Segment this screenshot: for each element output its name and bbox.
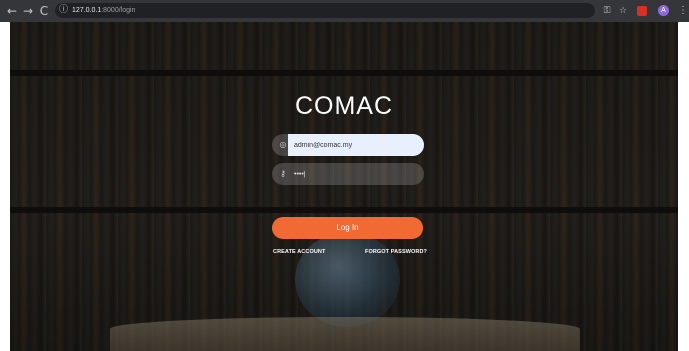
reload-icon[interactable]: C [37,3,51,19]
forgot-password-link[interactable]: FORGOT PASSWORD? [365,249,427,255]
forward-arrow-icon[interactable]: → [21,3,35,19]
url-text[interactable]: 127.0.0.1:8000/login [72,3,135,18]
kebab-menu-icon[interactable]: ⋮ [678,3,688,19]
key-icon[interactable]: ⚿ [601,3,613,19]
address-bar[interactable]: ⓘ 127.0.0.1:8000/login [55,3,595,18]
key-icon: ⚷ [280,169,286,178]
login-page: COMAC ◎ ⚷ Log In CREATE ACCOUNT FORGOT P… [10,22,678,351]
email-input[interactable] [294,137,414,153]
profile-avatar[interactable]: A [658,5,669,16]
info-icon[interactable]: ⓘ [59,3,68,18]
url-path: :8000/login [101,7,136,14]
url-host: 127.0.0.1 [72,7,102,14]
page-title: COMAC [294,92,394,120]
back-arrow-icon[interactable]: ← [5,3,19,19]
email-field[interactable]: ◎ [272,134,424,156]
password-input[interactable] [294,166,414,182]
login-button[interactable]: Log In [272,217,423,239]
password-field[interactable]: ⚷ [272,163,424,185]
create-account-link[interactable]: CREATE ACCOUNT [273,249,325,255]
background-overlay [10,22,678,351]
browser-toolbar: ← → C ⓘ 127.0.0.1:8000/login ⚿ ☆ A ⋮ [0,0,689,22]
extension-icon[interactable] [637,6,647,16]
star-icon[interactable]: ☆ [617,3,629,19]
